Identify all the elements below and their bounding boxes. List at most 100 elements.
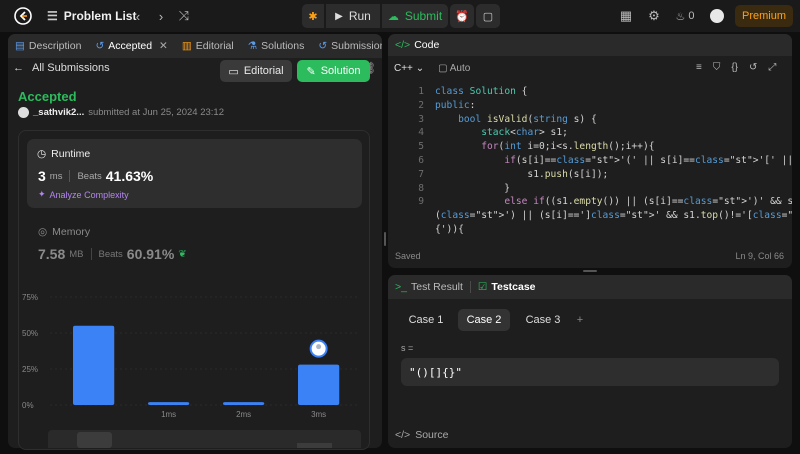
code-line[interactable]: 1 class Solution { (396, 86, 786, 100)
top-bar: ☰ Problem List ‹ › ⤨ ✱ ▶ Run ☁ Submit ⏰ … (0, 0, 800, 32)
case-3-tab[interactable]: Case 3 (518, 309, 568, 331)
code-preview-thumb[interactable] (77, 432, 112, 448)
panel-splitter[interactable] (384, 232, 386, 246)
bookmark-icon[interactable]: ⛉ (713, 62, 721, 73)
notes-button[interactable]: ▢ (476, 4, 500, 28)
submission-status: Accepted (18, 89, 77, 104)
tab-editorial[interactable]: ▥ Editorial (175, 34, 241, 58)
flask-icon: ⚗ (247, 40, 258, 52)
streak-counter[interactable]: ♨ 0 (673, 7, 697, 25)
debug-button[interactable]: ✱ (302, 4, 324, 28)
code-text: } (435, 182, 511, 194)
save-status: Saved (395, 251, 421, 261)
format-icon[interactable]: ≡ (696, 62, 702, 73)
run-submit-group: ✱ ▶ Run ☁ Submit (302, 4, 448, 28)
leetcode-logo-icon[interactable] (14, 7, 32, 25)
left-tabs: ▤ Description ↺ Accepted ✕ ▥ Editorial ⚗ Solu… (8, 34, 382, 58)
submitter-name[interactable]: _sathvik2... (33, 107, 84, 118)
run-button[interactable]: ▶ Run (326, 4, 380, 28)
user-avatar-small[interactable] (18, 107, 29, 118)
code-line[interactable]: 5 for(int i=0;i<s.length();i++){ (396, 141, 786, 155)
code-text: bool isValid(string s) { (458, 113, 597, 125)
line-number: 1 (418, 86, 424, 97)
play-icon: ▶ (335, 10, 343, 22)
tab-testcase[interactable]: ☑ Testcase (471, 275, 543, 299)
reset-icon[interactable]: ↺ (749, 62, 757, 73)
back-to-submissions[interactable]: ← All Submissions (13, 62, 110, 74)
testcase-input[interactable]: "()[]{}" (401, 358, 779, 386)
bar[interactable] (223, 402, 265, 405)
book-icon: ▥ (181, 40, 192, 52)
horizontal-splitter[interactable] (583, 270, 597, 272)
next-problem-icon[interactable]: › (152, 7, 170, 25)
code-line[interactable]: (class="st">') || (s[i]==']class="st">' … (396, 210, 792, 224)
code-preview-thumb-2[interactable] (297, 443, 332, 448)
timer-button[interactable]: ⏰ (450, 4, 474, 28)
language-select[interactable]: C++ ⌄ (394, 63, 424, 74)
braces-icon[interactable]: {} (731, 62, 738, 73)
tab-accepted[interactable]: ↺ Accepted ✕ (88, 34, 174, 58)
history-icon: ↺ (318, 40, 328, 52)
memory-value: 7.58 (38, 246, 66, 262)
prev-problem-icon[interactable]: ‹ (129, 7, 147, 25)
analyze-complexity-link[interactable]: ✦ Analyze Complexity (38, 189, 129, 200)
clock-icon: ◷ (37, 148, 47, 160)
layout-icon[interactable]: ▦ (617, 7, 635, 25)
code-toolbar-right: ≡ ⛉ {} ↺ ⤢ (696, 62, 776, 73)
memory-header[interactable]: ◎ Memory (38, 226, 90, 238)
code-text: {')){ (435, 224, 464, 235)
code-line[interactable]: 3 bool isValid(string s) { (396, 114, 786, 128)
submit-button[interactable]: ☁ Submit (382, 4, 448, 28)
code-line[interactable]: 4 stack<char> s1; (396, 127, 786, 141)
tab-description[interactable]: ▤ Description (8, 34, 88, 58)
code-text: s1.push(s[i]); (435, 168, 609, 180)
tab-submissions[interactable]: ↺Submissions (311, 34, 382, 58)
gear-icon[interactable]: ⚙ (645, 7, 663, 25)
code-line[interactable]: 7 s1.push(s[i]); (396, 169, 786, 183)
user-avatar[interactable] (710, 9, 724, 23)
code-editor[interactable]: 1 class Solution { 2 public: 3 bool isValid(… (396, 86, 792, 238)
problem-list-button[interactable]: ☰ Problem List (47, 9, 136, 23)
editorial-button[interactable]: ▭ Editorial (220, 60, 292, 82)
code-line[interactable]: 8 } (396, 183, 786, 197)
sparkle-icon: ✦ (38, 189, 46, 199)
chip-icon: ◎ (38, 226, 48, 238)
bar[interactable] (73, 325, 115, 405)
y-tick-label: 25% (22, 365, 38, 374)
source-toggle[interactable]: </> Source (395, 429, 448, 441)
expand-icon[interactable]: ⤢ (768, 62, 776, 73)
code-panel: </> Code C++ ⌄ ▢ Auto ≡ ⛉ {} ↺ ⤢ 1 class S… (388, 34, 792, 268)
code-line[interactable]: 9 else if((s1.empty()) || (s[i]==class="… (396, 196, 792, 210)
bug-icon: ✱ (308, 10, 318, 23)
tab-test-result[interactable]: >_ Test Result (388, 275, 470, 299)
add-case-icon[interactable]: + (572, 309, 588, 331)
runtime-value: 3 (38, 168, 46, 184)
shuffle-icon[interactable]: ⤨ (175, 7, 193, 25)
y-tick-label: 50% (22, 329, 38, 338)
code-line[interactable]: 6 if(s[i]==class="st">'(' || s[i]==class… (396, 155, 792, 169)
code-icon: </> (395, 39, 411, 51)
arrow-left-icon: ← (13, 62, 24, 74)
line-number: 3 (418, 113, 424, 125)
bar[interactable] (148, 402, 190, 405)
code-text: class Solution { (435, 86, 528, 97)
code-text: stack<char> s1; (481, 127, 568, 139)
tab-code[interactable]: </> Code (388, 34, 446, 57)
runtime-distribution-chart: 75% 50% 25% 0% 1ms 2ms 3ms (22, 293, 358, 419)
memory-beats: 60.91% (126, 246, 175, 262)
solution-button[interactable]: ✎ Solution (297, 60, 370, 82)
case-2-tab[interactable]: Case 2 (458, 309, 510, 331)
premium-button[interactable]: Premium (735, 5, 793, 27)
code-line[interactable]: 2 public: (396, 100, 786, 114)
submitted-time: submitted at Jun 25, 2024 23:12 (88, 107, 224, 118)
memory-stats: 7.58 MB Beats 60.91% ❦ (38, 246, 187, 262)
leaf-icon: ❦ (178, 248, 187, 260)
case-1-tab[interactable]: Case 1 (402, 309, 450, 331)
code-line[interactable]: {')){ (396, 224, 786, 238)
auto-mode[interactable]: ▢ Auto (438, 63, 470, 74)
tab-solutions[interactable]: ⚗ Solutions (241, 34, 312, 58)
alarm-icon: ⏰ (455, 10, 469, 23)
lock-icon: ▢ (438, 63, 448, 74)
bar[interactable] (298, 364, 340, 405)
close-icon[interactable]: ✕ (159, 40, 168, 52)
